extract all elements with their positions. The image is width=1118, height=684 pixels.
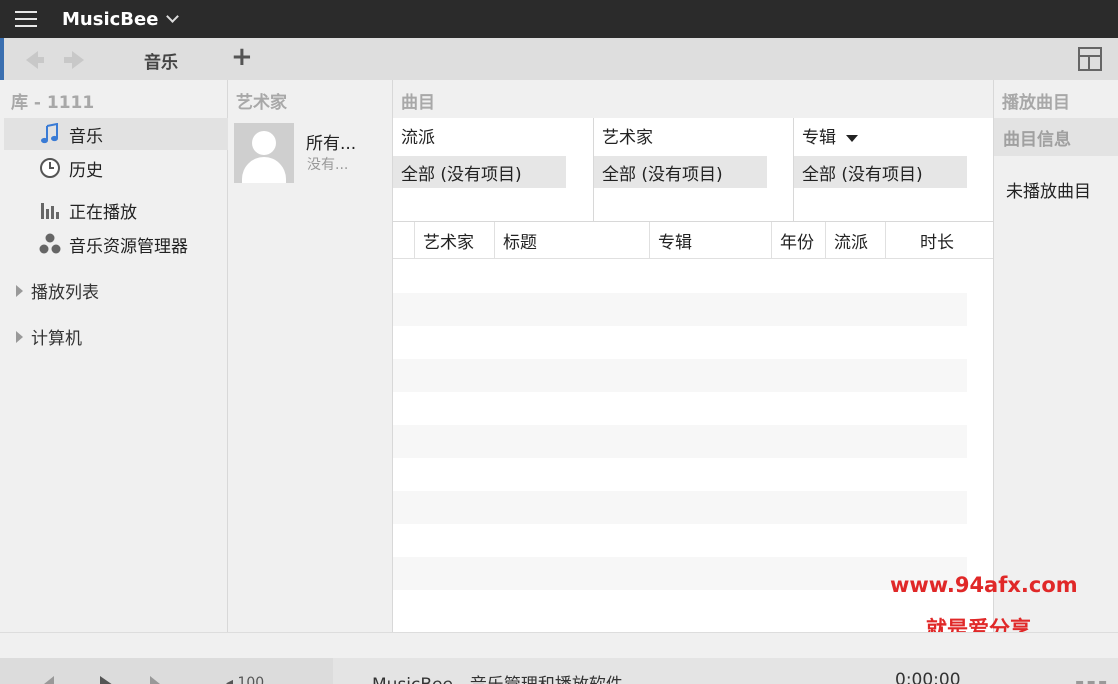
now-playing-title: MusicBee - 音乐管理和播放软件 <box>372 670 623 684</box>
track-row[interactable] <box>393 425 967 458</box>
filter-selected[interactable]: 全部 (没有项目) <box>794 156 967 188</box>
column-title[interactable]: 标题 <box>495 222 650 259</box>
now-playing-panel: 播放曲目 曲目信息 未播放曲目 <box>993 80 1118 632</box>
status-bar <box>0 632 1118 658</box>
add-tab-button[interactable]: + <box>231 42 253 72</box>
hamburger-menu-icon[interactable] <box>15 11 37 27</box>
track-grid-header: 艺术家 标题 专辑 年份 流派 时长 <box>393 221 993 259</box>
dropdown-triangle-icon[interactable] <box>846 134 858 142</box>
expand-triangle-icon[interactable] <box>16 284 23 297</box>
expand-triangle-icon[interactable] <box>16 330 23 343</box>
track-row[interactable] <box>393 293 967 326</box>
tab-track-info[interactable]: 曲目信息 <box>994 118 1118 156</box>
tracks-panel: 曲目 流派 全部 (没有项目) 艺术家 全部 (没有项目) 专辑 全部 (没有项… <box>393 80 993 632</box>
artists-panel: 艺术家 所有... 没有... <box>229 80 393 632</box>
player-controls: ◂ 100 <box>0 658 333 684</box>
artist-name[interactable]: 所有... <box>306 129 356 154</box>
toolbar: 音乐 + <box>0 38 1118 80</box>
sidebar: 库 - 1111 音乐 历史 正在播放 音乐资源管理器 播放列表 计算机 <box>4 80 228 632</box>
nodes-icon <box>39 233 61 254</box>
sidebar-item-label: 音乐 <box>69 126 103 147</box>
next-track-icon[interactable] <box>150 676 160 684</box>
tab-music[interactable]: 音乐 <box>144 48 178 73</box>
tree-node-playlists[interactable]: 播放列表 <box>16 278 99 303</box>
filter-header[interactable]: 艺术家 <box>602 123 653 148</box>
equalizer-bars-icon <box>41 203 59 219</box>
playback-time: 0:00:00 <box>895 670 961 684</box>
forward-arrow-icon[interactable] <box>64 51 84 69</box>
chevron-down-icon[interactable] <box>166 10 180 23</box>
music-note-icon <box>41 123 58 144</box>
playing-track-header: 播放曲目 <box>1002 93 1070 113</box>
column-duration[interactable]: 时长 <box>886 222 993 259</box>
column-year[interactable]: 年份 <box>772 222 826 259</box>
track-row[interactable] <box>393 491 967 524</box>
sidebar-item-music-explorer[interactable]: 音乐资源管理器 <box>4 228 228 260</box>
artist-subtitle: 没有... <box>307 157 349 173</box>
sidebar-item-music[interactable]: 音乐 <box>4 118 228 150</box>
tracks-header-bar <box>393 80 993 118</box>
filter-selected[interactable]: 全部 (没有项目) <box>393 156 566 188</box>
app-title[interactable]: MusicBee <box>62 9 158 30</box>
column-indicator[interactable] <box>393 222 415 259</box>
filter-genre[interactable]: 流派 全部 (没有项目) <box>393 118 594 221</box>
artist-avatar[interactable] <box>234 123 294 183</box>
tracks-header: 曲目 <box>401 93 435 113</box>
sidebar-item-label: 音乐资源管理器 <box>69 236 188 257</box>
clock-icon <box>40 158 60 178</box>
volume-value: 100 <box>237 675 265 684</box>
tree-node-label: 计算机 <box>31 329 82 349</box>
tree-node-label: 播放列表 <box>31 283 99 303</box>
column-genre[interactable]: 流派 <box>826 222 886 259</box>
title-bar: MusicBee <box>0 0 1118 38</box>
filter-album[interactable]: 专辑 全部 (没有项目) <box>794 118 993 221</box>
back-arrow-icon[interactable] <box>26 51 44 69</box>
previous-track-icon[interactable] <box>44 676 54 684</box>
filter-header[interactable]: 专辑 <box>802 123 858 148</box>
sidebar-item-history[interactable]: 历史 <box>4 152 228 184</box>
track-row[interactable] <box>393 557 967 590</box>
filter-header[interactable]: 流派 <box>401 123 435 148</box>
watermark-url: www.94afx.com <box>890 573 1078 597</box>
sidebar-item-label: 历史 <box>69 160 103 181</box>
artists-header: 艺术家 <box>236 93 287 113</box>
player-bar: ◂ 100 MusicBee - 音乐管理和播放软件 0:00:00 ▪▪▪ <box>0 658 1118 684</box>
layout-icon[interactable] <box>1078 47 1102 71</box>
volume-level[interactable]: ◂ 100 <box>226 675 264 684</box>
sidebar-item-now-playing[interactable]: 正在播放 <box>4 194 228 226</box>
sidebar-item-label: 正在播放 <box>69 202 137 223</box>
filter-artist[interactable]: 艺术家 全部 (没有项目) <box>594 118 794 221</box>
library-header: 库 - 1111 <box>11 93 95 113</box>
filter-selected[interactable]: 全部 (没有项目) <box>594 156 767 188</box>
no-track-playing-text: 未播放曲目 <box>1006 182 1091 202</box>
play-icon[interactable] <box>100 676 113 684</box>
grip-icon[interactable]: ▪▪▪ <box>1075 676 1109 684</box>
column-artist[interactable]: 艺术家 <box>415 222 495 259</box>
filter-header-label: 专辑 <box>802 128 836 148</box>
track-row[interactable] <box>393 359 967 392</box>
column-album[interactable]: 专辑 <box>650 222 772 259</box>
tree-node-computer[interactable]: 计算机 <box>16 324 82 349</box>
